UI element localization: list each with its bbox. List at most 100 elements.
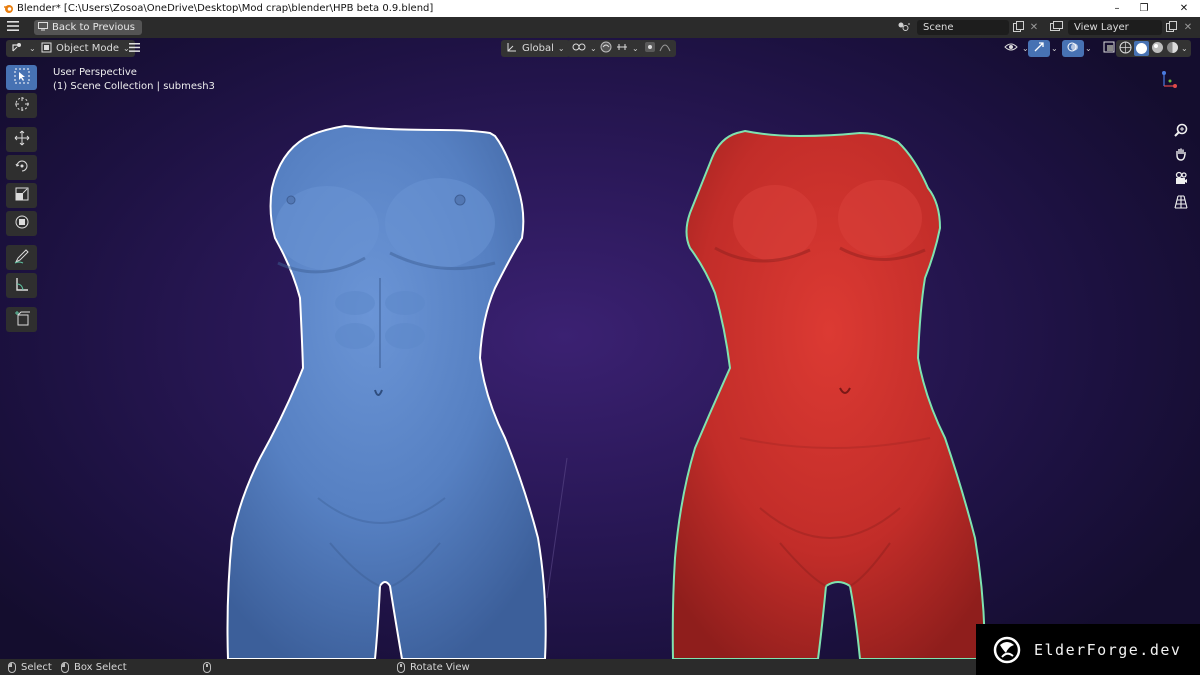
tool-shelf — [6, 65, 40, 335]
gizmo-dropdown[interactable]: ⌄ — [1046, 40, 1063, 57]
scene-browse-button[interactable] — [893, 20, 915, 35]
status-select-label: Select — [21, 661, 52, 673]
scene-field-value: Scene — [923, 22, 954, 33]
delete-view-layer-button[interactable]: ✕ — [1180, 20, 1196, 35]
watermark-text: ElderForge.dev — [1034, 640, 1182, 659]
hamburger-icon — [7, 21, 19, 34]
select-box-icon — [14, 68, 30, 87]
select-box-tool[interactable] — [6, 65, 37, 90]
watermark-overlay: ElderForge.dev — [976, 624, 1200, 675]
close-button[interactable]: ✕ — [1164, 0, 1200, 17]
rotate-tool[interactable] — [6, 155, 37, 180]
window-title: Blender* [C:\Users\Zosoa\OneDrive\Deskto… — [17, 3, 434, 14]
orientation-axes-icon — [506, 41, 518, 56]
status-select-hint: Select — [8, 660, 52, 674]
elderforge-logo-icon — [992, 635, 1022, 665]
annotate-tool[interactable] — [6, 245, 37, 270]
view-layer-browse-button[interactable] — [1046, 20, 1066, 35]
camera-view-button[interactable] — [1170, 168, 1192, 190]
back-to-previous-button[interactable]: Back to Previous — [34, 20, 142, 35]
add-cube-tool[interactable] — [6, 307, 37, 332]
navigation-controls — [1170, 120, 1192, 216]
solid-shading-icon[interactable] — [1134, 41, 1149, 56]
measure-tool[interactable] — [6, 273, 37, 298]
viewport-scene[interactable] — [0, 38, 1200, 659]
chevron-down-icon: ⌄ — [1051, 44, 1058, 53]
zoom-icon — [1174, 123, 1188, 140]
collection-label: (1) Scene Collection | submesh3 — [53, 81, 215, 92]
material-shading-icon[interactable] — [1151, 41, 1164, 57]
main-menu-button[interactable] — [0, 17, 26, 38]
falloff-curve-icon — [659, 42, 671, 55]
perspective-label: User Perspective — [53, 67, 137, 78]
chevron-down-icon: ⌄ — [1085, 44, 1092, 53]
chevron-down-icon: ⌄ — [632, 44, 639, 53]
status-mouse-hint — [203, 660, 211, 674]
overlays-dropdown[interactable]: ⌄ — [1080, 40, 1097, 57]
mouse-middle-icon — [203, 661, 211, 673]
status-box-select-hint: Box Select — [61, 660, 127, 674]
overlays-icon — [1067, 41, 1079, 56]
new-scene-button[interactable] — [1010, 20, 1026, 35]
transform-tool[interactable] — [6, 211, 37, 236]
3d-viewport-icon — [11, 41, 25, 56]
gizmo-icon — [1033, 41, 1045, 56]
perspective-toggle-button[interactable] — [1170, 192, 1192, 214]
mouse-left-icon — [8, 661, 16, 673]
chevron-down-icon: ⌄ — [557, 44, 565, 53]
axis-gizmo[interactable] — [1156, 70, 1180, 92]
pan-button[interactable] — [1170, 144, 1192, 166]
viewport-header: ⌄ Object Mode ⌄ Global ⌄ ⌄ ⌄ ⌄ ⌄ ⌄ ⌄ — [0, 38, 1200, 59]
blender-logo-icon — [3, 3, 14, 14]
transform-icon — [14, 214, 30, 233]
magnet-icon — [600, 41, 612, 56]
mouse-middle-icon — [397, 661, 405, 673]
view-layer-icon — [1049, 20, 1063, 35]
viewport-info-overlay: User Perspective (1) Scene Collection | … — [53, 66, 215, 94]
mode-label: Object Mode — [56, 43, 119, 54]
scene-icon — [897, 21, 911, 35]
add-cube-icon — [14, 310, 30, 329]
object-mode-icon — [41, 42, 52, 56]
rendered-shading-icon[interactable] — [1166, 41, 1179, 57]
zoom-button[interactable] — [1170, 120, 1192, 142]
maximize-button[interactable]: ❐ — [1124, 0, 1164, 17]
back-to-previous-label: Back to Previous — [52, 22, 135, 33]
snapping-toggle[interactable]: ⌄ — [595, 40, 644, 57]
blue-mesh-torso[interactable] — [226, 124, 547, 659]
delete-scene-button[interactable]: ✕ — [1026, 20, 1042, 35]
red-mesh-torso[interactable] — [671, 129, 987, 659]
rotate-icon — [14, 158, 30, 177]
3d-viewport[interactable]: ⌄ Object Mode ⌄ Global ⌄ ⌄ ⌄ ⌄ ⌄ ⌄ ⌄ Use… — [0, 38, 1200, 659]
close-icon: ✕ — [1183, 22, 1193, 33]
new-view-layer-button[interactable] — [1163, 20, 1179, 35]
cursor-icon — [14, 96, 30, 115]
close-icon: ✕ — [1029, 22, 1039, 33]
move-icon — [14, 130, 30, 149]
link-icon — [572, 42, 586, 55]
status-rotate-view-label: Rotate View — [410, 661, 470, 673]
proportional-editing-toggle[interactable] — [640, 40, 676, 57]
status-box-select-label: Box Select — [74, 661, 127, 673]
hamburger-icon — [129, 42, 140, 55]
mouse-drag-icon — [61, 661, 69, 673]
move-tool[interactable] — [6, 127, 37, 152]
mode-selector[interactable]: Object Mode ⌄ — [36, 40, 135, 57]
xray-icon — [1103, 41, 1115, 56]
proportional-dot-icon — [645, 42, 655, 55]
view-layer-field-value: View Layer — [1074, 22, 1129, 33]
shading-mode-group: ⌄ — [1116, 40, 1191, 57]
scene-field[interactable]: Scene — [917, 20, 1009, 35]
eye-icon — [1004, 41, 1018, 56]
chevron-down-icon[interactable]: ⌄ — [1181, 44, 1188, 53]
viewport-menu-button[interactable] — [124, 40, 145, 57]
view-layer-field[interactable]: View Layer — [1068, 20, 1162, 35]
duplicate-icon — [1165, 20, 1177, 35]
snap-target-icon — [616, 42, 628, 55]
chevron-down-icon: ⌄ — [29, 44, 36, 53]
transform-orientation-selector[interactable]: Global ⌄ — [501, 40, 570, 57]
scale-tool[interactable] — [6, 183, 37, 208]
orientation-label: Global — [522, 43, 554, 54]
cursor-tool[interactable] — [6, 93, 37, 118]
wireframe-shading-icon[interactable] — [1119, 41, 1132, 57]
